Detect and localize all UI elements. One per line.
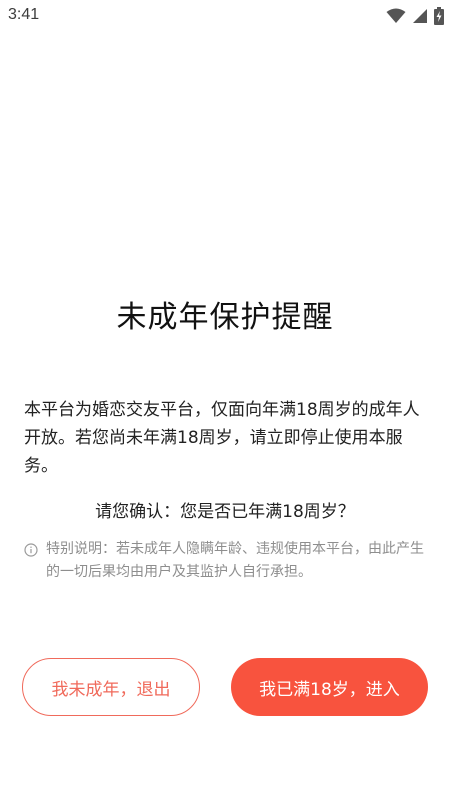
info-circle-icon — [24, 542, 38, 557]
wifi-icon — [386, 8, 406, 24]
status-bar: 3:41 — [0, 0, 450, 32]
special-note: 特别说明：若未成年人隐瞒年龄、违规使用本平台，由此产生的一切后果均由用户及其监护… — [24, 538, 426, 584]
page-title: 未成年保护提醒 — [116, 300, 334, 335]
exit-button[interactable]: 我未成年，退出 — [22, 658, 200, 716]
notice-text: 本平台为婚恋交友平台，仅面向年满18周岁的成年人开放。若您尚未年满18周岁，请立… — [24, 400, 420, 476]
enter-button[interactable]: 我已满18岁，进入 — [231, 658, 428, 716]
special-note-text: 特别说明：若未成年人隐瞒年龄、违规使用本平台，由此产生的一切后果均由用户及其监护… — [46, 541, 424, 580]
status-icons — [386, 6, 444, 26]
bottom-bar — [0, 794, 450, 800]
cellular-signal-icon — [412, 8, 428, 24]
battery-charging-icon — [434, 7, 444, 25]
status-time: 3:41 — [8, 6, 40, 23]
enter-button-label: 我已满18岁，进入 — [259, 679, 400, 700]
exit-button-label: 我未成年，退出 — [51, 679, 171, 700]
confirm-question: 请您确认：您是否已年满18周岁？ — [95, 502, 355, 522]
